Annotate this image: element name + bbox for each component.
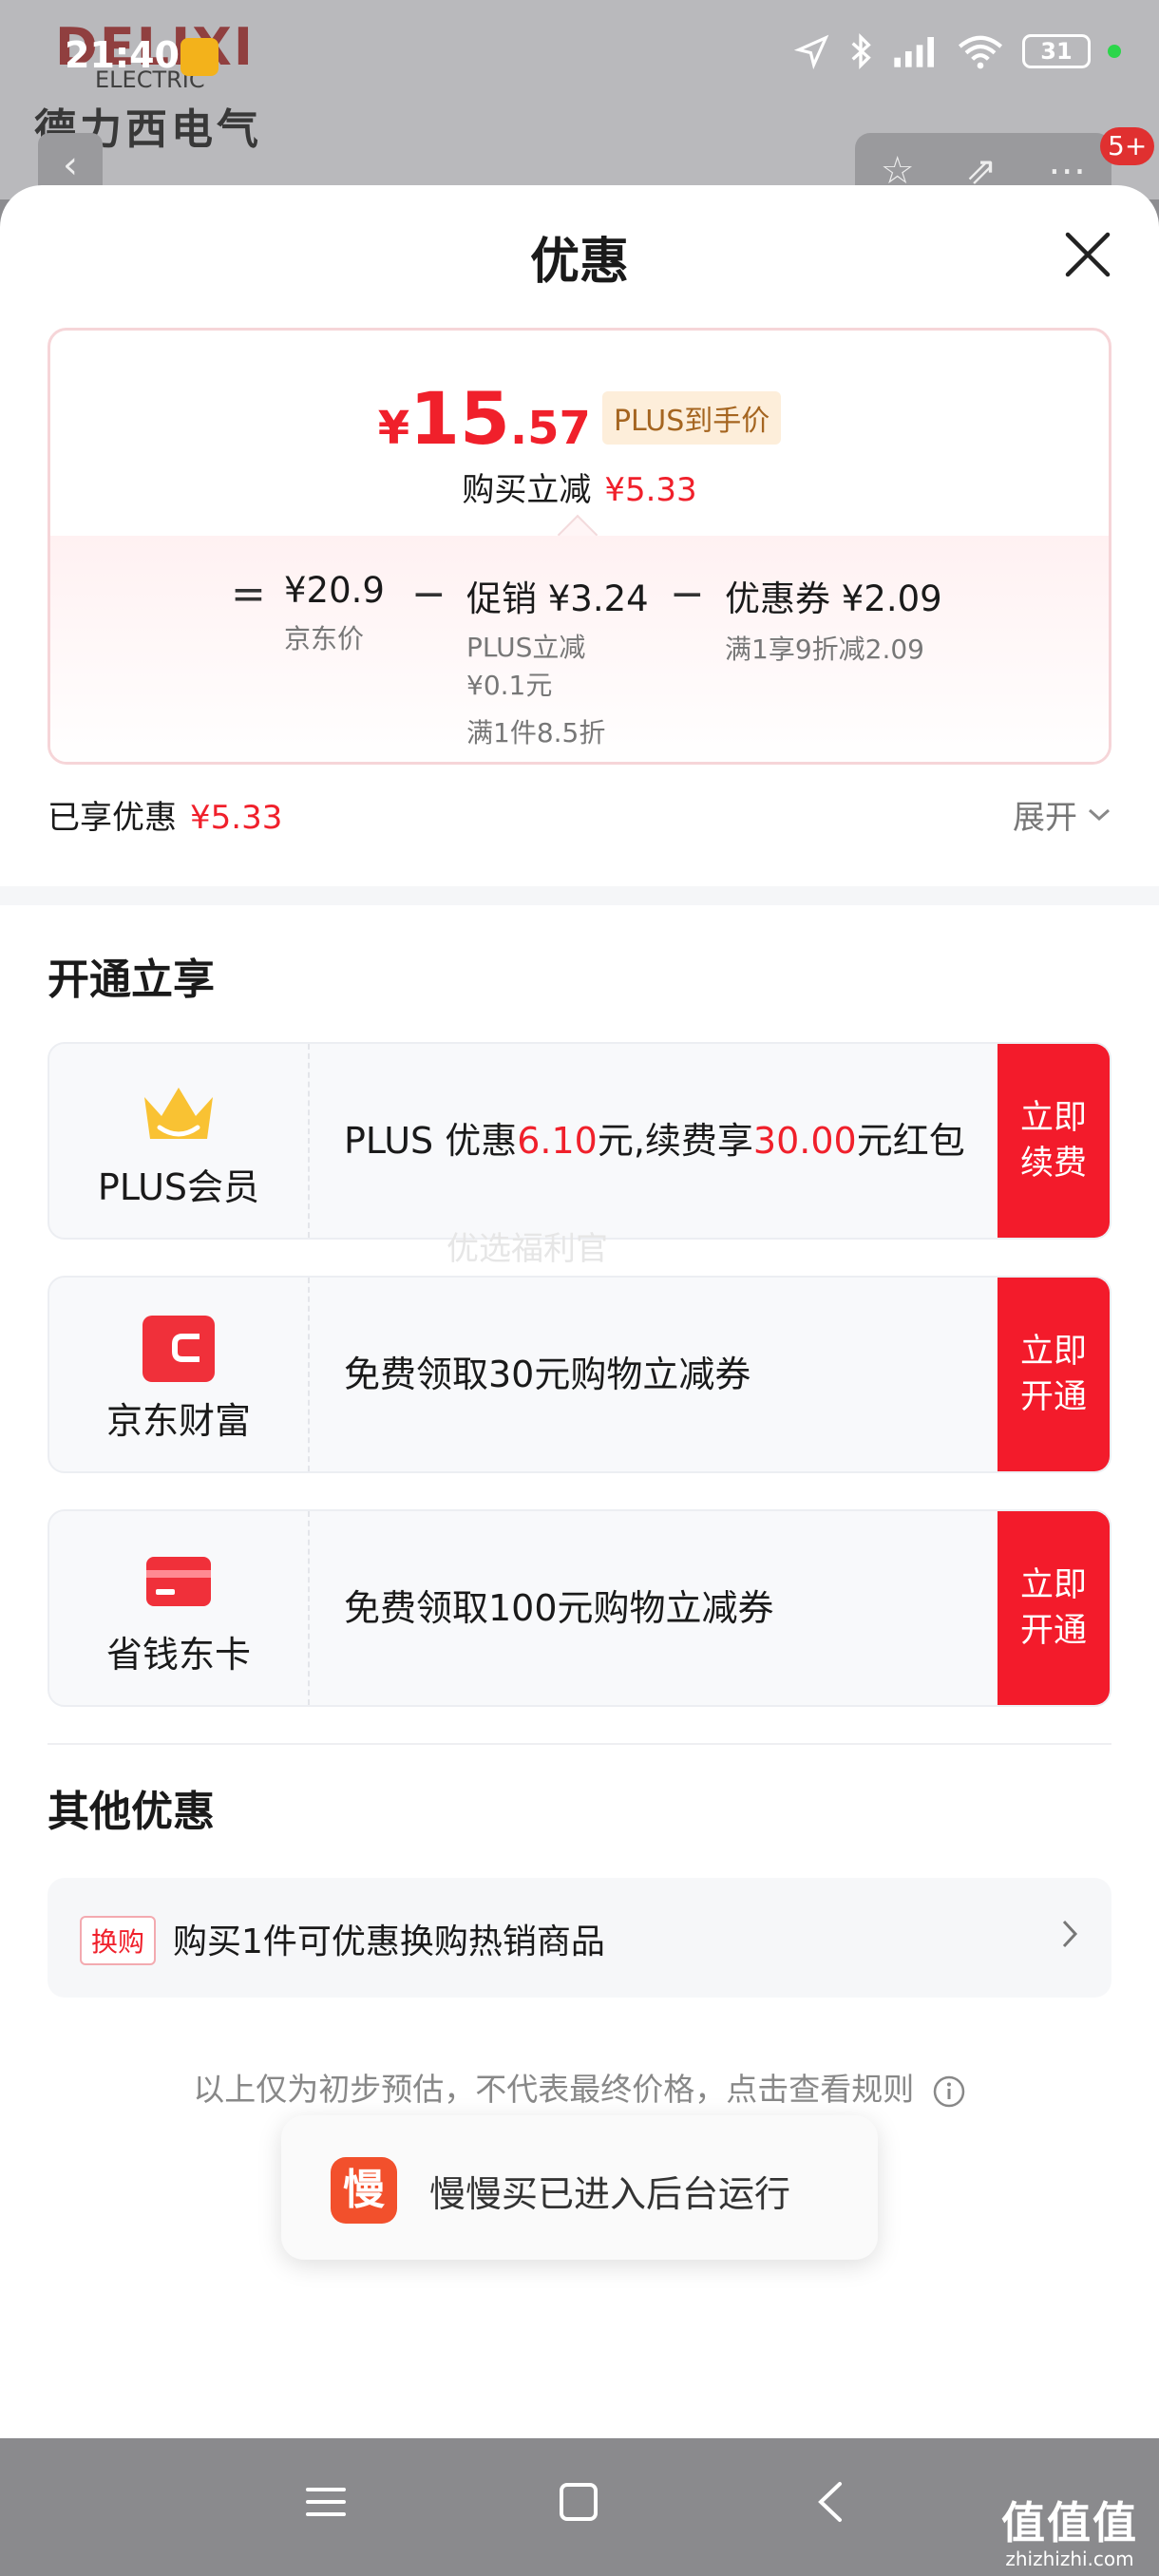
purchase-reduce: 购买立减 ¥5.33 [462, 471, 697, 509]
toast-text: 慢慢买已进入后台运行 [429, 2173, 791, 2215]
chevron-down-icon [1088, 808, 1111, 821]
trade-tag: 换购 [80, 1916, 157, 1965]
breakdown-item: 优惠券 ¥2.09 满1享9折减2.09 [725, 578, 942, 665]
message-badge: 5+ [1100, 127, 1155, 165]
home-icon[interactable] [557, 2480, 600, 2524]
chevron-right-icon [1062, 1920, 1078, 1948]
other-section-title: 其他优惠 [48, 1788, 215, 1836]
expand-button[interactable]: 展开 [1013, 791, 1112, 838]
app-notification-icon [180, 38, 218, 76]
crown-icon [144, 1088, 213, 1139]
back-icon[interactable] [809, 2480, 853, 2524]
wifi-icon [958, 35, 1003, 69]
divider-line [48, 1743, 1112, 1745]
offer-desc: PLUS 优惠6.10元,续费享30.00元红包 [344, 1120, 965, 1162]
wallet-icon [142, 1316, 215, 1382]
toast: 慢 慢慢买已进入后台运行 [281, 2115, 878, 2260]
close-icon[interactable] [1054, 221, 1121, 288]
plus-price-tag: PLUS到手价 [601, 391, 782, 445]
price-breakdown: = ¥20.9 京东价 − 促销 ¥3.24 PLUS立减 ¥0.1元 满1件8… [50, 536, 1109, 762]
status-icons: 31 [794, 32, 1121, 70]
equals-sign: = [231, 570, 266, 618]
card-icon [146, 1557, 211, 1606]
price-card: ¥ 15 .57 PLUS到手价 购买立减 ¥5.33 = ¥20.9 京东价 −… [48, 328, 1112, 765]
bluetooth-icon [851, 32, 871, 70]
section-divider [0, 886, 1159, 905]
system-nav-bar [0, 2438, 1159, 2576]
signal-icon [894, 37, 934, 67]
open-button[interactable]: 立即开通 [998, 1511, 1110, 1705]
open-button[interactable]: 立即开通 [998, 1278, 1110, 1471]
discount-sheet: 优惠 ¥ 15 .57 PLUS到手价 购买立减 ¥5.33 = ¥20.9 京东… [0, 185, 1159, 2438]
sheet-title: 优惠 [529, 234, 629, 291]
breakdown-item: ¥20.9 京东价 [284, 570, 385, 654]
open-section-title: 开通立享 [48, 956, 215, 1004]
minus-sign: − [670, 570, 705, 618]
offer-name: 京东财富 [105, 1400, 251, 1442]
offer-name: 省钱东卡 [105, 1634, 251, 1676]
site-watermark: 值值值 zhizhizhi.com [1001, 2497, 1138, 2570]
location-icon [794, 34, 829, 69]
info-icon[interactable] [932, 2074, 966, 2109]
final-price: ¥ 15 .57 PLUS到手价 [50, 376, 1109, 461]
watermark: 优选福利官 [446, 1230, 608, 1268]
offer-name: PLUS会员 [97, 1166, 260, 1208]
breakdown-item: 促销 ¥3.24 PLUS立减 ¥0.1元 满1件8.5折 [466, 578, 649, 748]
app-icon: 慢 [331, 2157, 397, 2224]
offer-card-saving-card: 省钱东卡 免费领取100元购物立减券 立即开通 [48, 1509, 1112, 1707]
renew-button[interactable]: 立即续费 [998, 1044, 1110, 1238]
offer-desc: 免费领取30元购物立减券 [344, 1354, 751, 1395]
offer-desc: 免费领取100元购物立减券 [344, 1587, 774, 1629]
enjoyed-discount: 已享优惠 ¥5.33 [48, 799, 283, 837]
trade-in-row[interactable]: 换购 购买1件可优惠换购热销商品 [48, 1878, 1112, 1998]
trade-text: 购买1件可优惠换购热销商品 [173, 1923, 605, 1961]
battery-icon: 31 [1022, 34, 1091, 68]
minus-sign: − [411, 570, 446, 618]
status-time: 21:40 [65, 34, 180, 76]
offer-card-plus: PLUS会员 PLUS 优惠6.10元,续费享30.00元红包 立即续费 [48, 1042, 1112, 1240]
status-bar: 21:40 31 [0, 21, 1159, 93]
privacy-dot-icon [1108, 45, 1121, 58]
disclaimer[interactable]: 以上仅为初步预估，不代表最终价格，点击查看规则 [0, 2064, 1159, 2110]
menu-icon[interactable] [304, 2480, 348, 2524]
offer-card-jd-wealth: 京东财富 免费领取30元购物立减券 立即开通 [48, 1276, 1112, 1473]
